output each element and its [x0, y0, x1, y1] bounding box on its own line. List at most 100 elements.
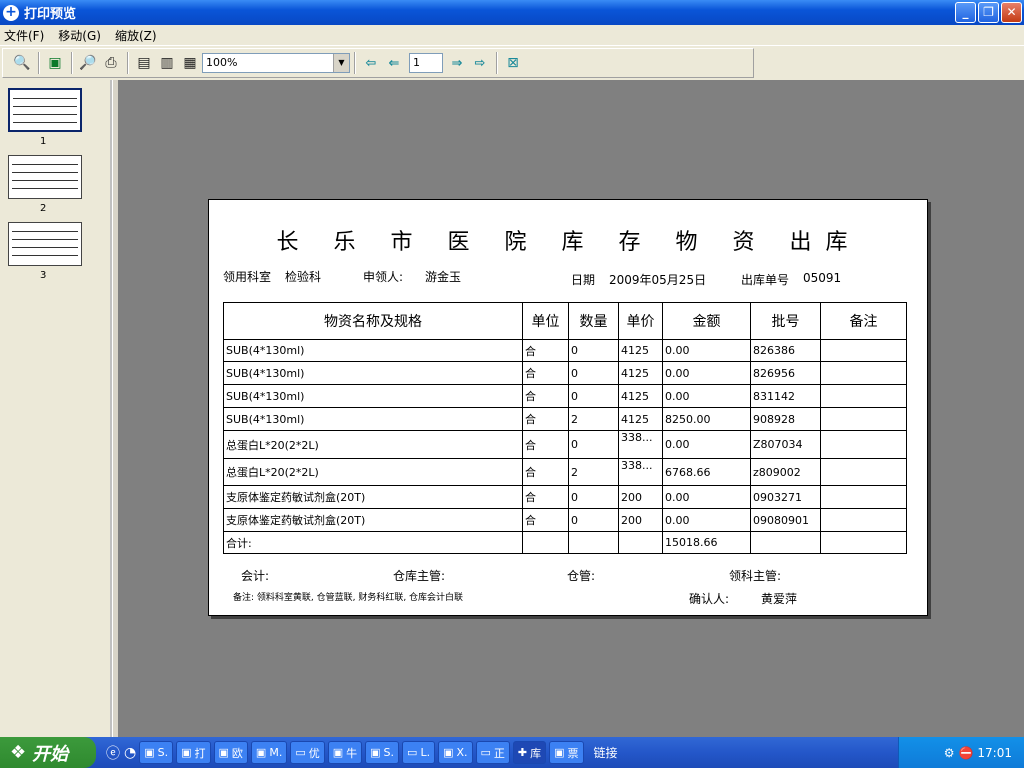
close-preview-icon[interactable]: ⊠ — [502, 52, 524, 74]
items-table: 物资名称及规格 单位 数量 单价 金额 批号 备注 SUB(4*130ml) 合… — [223, 302, 907, 554]
folder-icon: ▭ — [407, 746, 418, 759]
window-icon: ▣ — [144, 746, 155, 759]
task-button[interactable]: ▣ 欧 — [213, 741, 248, 764]
zoom-select[interactable]: 100% ▼ — [202, 53, 350, 73]
window-titlebar[interactable]: + 打印预览 _ ❐ ✕ — [0, 0, 1024, 25]
total-label: 合计: — [223, 531, 523, 554]
cell-empty — [618, 531, 663, 554]
app-icon: + — [3, 4, 19, 21]
cell-price: 4125 — [618, 384, 663, 408]
separator — [71, 52, 73, 74]
header-qty: 数量 — [568, 302, 619, 340]
menu-bar: 文件(F) 移动(G) 缩放(Z) — [0, 25, 1024, 46]
page-width-icon[interactable]: ▦ — [179, 52, 201, 74]
cell-unit: 合 — [522, 407, 569, 431]
tray-security-icon[interactable]: ⛔ — [958, 746, 973, 760]
task-label: 打 — [194, 746, 206, 760]
table-row: 总蛋白L*20(2*2L) 合 0 338... 0.00 Z807034 — [223, 430, 907, 459]
table-row: SUB(4*130ml) 合 0 4125 0.00 826956 — [223, 361, 907, 385]
task-button[interactable]: ▣ 打 — [176, 741, 211, 764]
cell-name: SUB(4*130ml) — [223, 384, 523, 408]
task-button[interactable]: ▣ 牛 — [327, 741, 363, 764]
cell-remark — [820, 430, 907, 459]
separator — [38, 52, 40, 74]
menu-zoom[interactable]: 缩放(Z) — [115, 27, 157, 44]
cell-remark — [820, 361, 907, 385]
menu-file[interactable]: 文件(F) — [4, 27, 44, 44]
task-button[interactable]: ▣ S. — [365, 741, 400, 764]
zoom-value: 100% — [206, 56, 238, 69]
zoom-icon[interactable]: 🔍 — [11, 52, 33, 74]
date-value: 2009年05月25日 — [609, 273, 707, 287]
restore-button[interactable]: ❐ — [978, 2, 999, 23]
task-button[interactable]: ▣ 票 — [549, 741, 584, 764]
two-page-icon[interactable]: ▥ — [156, 52, 178, 74]
cell-qty: 2 — [568, 458, 619, 486]
thumbnail-page-2[interactable] — [8, 155, 82, 199]
dept-label: 领用科室 — [223, 270, 272, 284]
task-label: 优 — [308, 746, 320, 760]
page-number-input[interactable]: 1 — [409, 53, 443, 73]
document-title: 长 乐 市 医 院 库 存 物 资 出库 — [276, 230, 862, 255]
cell-price: 200 — [618, 485, 663, 509]
tray-network-icon[interactable]: ⚙ — [944, 746, 955, 760]
task-button[interactable]: ▭ 优 — [290, 741, 325, 764]
cell-qty: 0 — [568, 508, 619, 532]
task-button[interactable]: ▣ X. — [438, 741, 473, 764]
cell-name: 总蛋白L*20(2*2L) — [223, 430, 523, 459]
browser-icon[interactable]: ◔ — [124, 745, 136, 761]
cell-amount: 0.00 — [662, 508, 751, 532]
order-no-value: 05091 — [803, 271, 842, 285]
find-icon[interactable]: 🔎 — [77, 52, 99, 74]
close-button[interactable]: ✕ — [1001, 2, 1022, 23]
start-button[interactable]: ❖ 开始 — [0, 737, 96, 768]
cell-remark — [820, 508, 907, 532]
first-page-icon[interactable]: ⇦ — [360, 52, 382, 74]
cell-remark — [820, 339, 907, 362]
task-button[interactable]: ▭ 正 — [475, 741, 510, 764]
cell-qty: 0 — [568, 430, 619, 459]
one-page-icon[interactable]: ▤ — [133, 52, 155, 74]
cell-remark — [820, 485, 907, 509]
separator — [354, 52, 356, 74]
window-title: 打印预览 — [24, 7, 77, 22]
cell-amount: 0.00 — [662, 485, 751, 509]
folder-icon: ▭ — [480, 746, 491, 759]
toolbar: 🔍 ▣ 🔎 ⎙ ▤ ▥ ▦ 100% ▼ ⇦ ⇐ 1 ⇒ ⇨ ⊠ — [2, 48, 754, 78]
links-label[interactable]: 链接 — [594, 744, 618, 761]
menu-move[interactable]: 移动(G) — [58, 27, 101, 44]
minimize-button[interactable]: _ — [955, 2, 976, 23]
last-page-icon[interactable]: ⇨ — [469, 52, 491, 74]
sig-dept-manager: 领科主管: — [729, 569, 782, 583]
task-button[interactable]: ▣ M. — [250, 741, 288, 764]
thumbnail-page-1[interactable] — [8, 88, 82, 132]
prev-page-icon[interactable]: ⇐ — [383, 52, 405, 74]
cell-batch: 826956 — [750, 361, 821, 385]
preview-area: 长 乐 市 医 院 库 存 物 资 出库 领用科室 检验科 申领人: 游金玉 日… — [118, 80, 1024, 737]
taskbar: ❖ 开始 ⓔ ◔ ▣ S. ▣ 打 ▣ 欧 ▣ M. ▭ 优 ▣ 牛 ▣ S. ▭ L. ▣ X.… — [0, 737, 1024, 768]
header-batch: 批号 — [750, 302, 821, 340]
app-icon: ✚ — [517, 746, 528, 759]
thumbnail-page-3[interactable] — [8, 222, 82, 266]
save-icon[interactable]: ▣ — [44, 52, 66, 74]
cell-batch: Z807034 — [750, 430, 821, 459]
header-remark: 备注 — [820, 302, 907, 340]
ie-icon[interactable]: ⓔ — [106, 743, 120, 763]
task-button[interactable]: ▣ S. — [139, 741, 174, 764]
date-label: 日期 — [571, 273, 596, 287]
window-icon: ▣ — [255, 746, 267, 759]
task-button[interactable]: ▭ L. — [402, 741, 436, 764]
task-label: 正 — [493, 746, 505, 760]
chevron-down-icon[interactable]: ▼ — [333, 54, 349, 72]
system-tray: ⚙ ⛔ 17:01 — [898, 737, 1024, 768]
total-amount: 15018.66 — [662, 531, 751, 554]
table-row: SUB(4*130ml) 合 0 4125 0.00 831142 — [223, 384, 907, 408]
cell-name: 总蛋白L*20(2*2L) — [223, 458, 523, 486]
print-icon[interactable]: ⎙ — [100, 52, 122, 74]
next-page-icon[interactable]: ⇒ — [446, 52, 468, 74]
task-label: 票 — [567, 746, 579, 760]
table-row: 支原体鉴定药敏试剂盒(20T) 合 0 200 0.00 09080901 — [223, 508, 907, 532]
cell-batch: z809002 — [750, 458, 821, 486]
window-icon: ▣ — [370, 746, 381, 759]
task-button-active[interactable]: ✚ 库 — [512, 741, 547, 764]
